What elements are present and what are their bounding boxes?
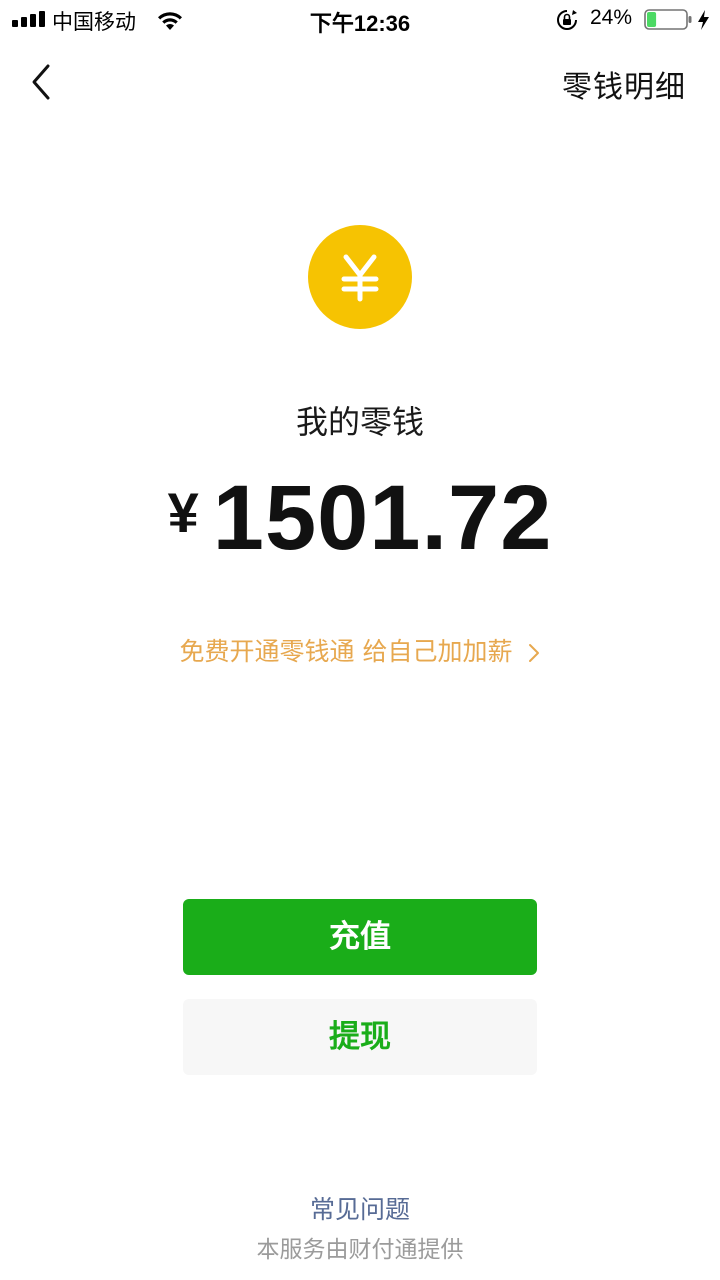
balance-value: 1501.72 [212,467,553,569]
balance-amount: ¥1501.72 [0,466,720,576]
rotation-lock-icon [557,10,577,30]
chevron-right-icon [529,644,540,662]
promo-text: 免费开通零钱通 给自己加加薪 [179,637,513,666]
lingqiantong-promo-link[interactable]: 免费开通零钱通 给自己加加薪 [0,632,720,668]
balance-details-link[interactable]: 零钱明细 [562,62,686,106]
balance-label: 我的零钱 [295,403,424,441]
faq-link[interactable]: 常见问题 [0,1190,720,1226]
charging-icon [698,10,709,30]
provider-note: 本服务由财付通提供 [256,1237,464,1263]
yuan-coin-icon [308,225,412,329]
battery-percent: 24% [590,6,633,29]
chevron-left-icon[interactable] [26,62,58,102]
currency-symbol: ¥ [167,481,199,544]
status-bar: 中国移动 下午12:36 24% [0,0,720,40]
recharge-button[interactable]: 充值 [183,899,537,975]
withdraw-button[interactable]: 提现 [183,999,537,1075]
battery-icon [644,9,692,30]
